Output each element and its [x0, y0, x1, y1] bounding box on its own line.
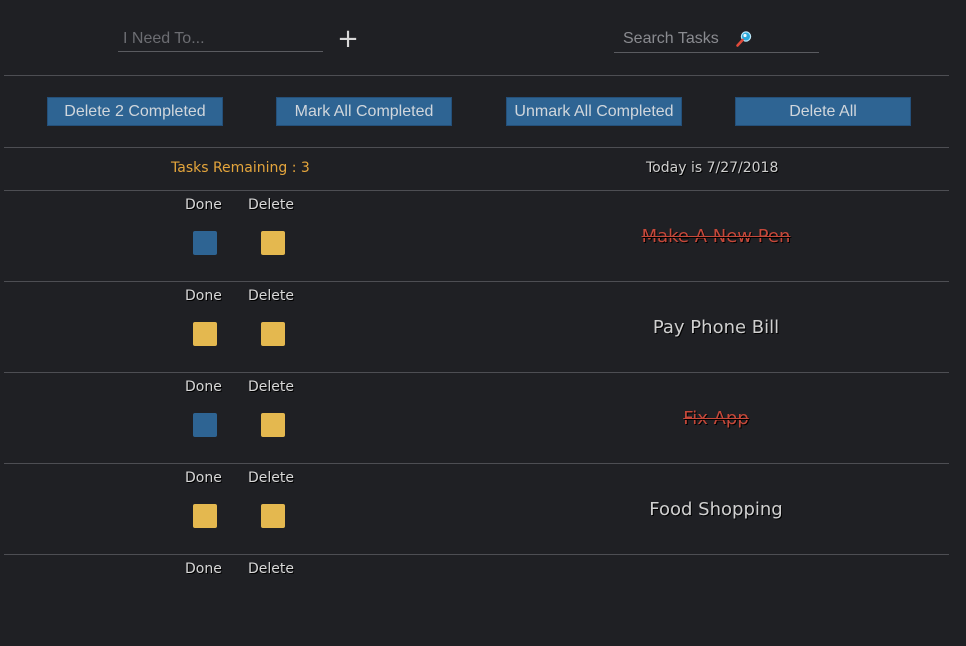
delete-completed-button[interactable]: Delete 2 Completed: [47, 97, 223, 126]
delete-label: Delete: [248, 288, 294, 304]
search-input[interactable]: [614, 26, 734, 52]
divider: [4, 147, 949, 148]
delete-label: Delete: [248, 379, 294, 395]
task-row: Done Delete Make A New Pen: [0, 191, 966, 282]
task-row: Done Delete Fix App: [0, 373, 966, 464]
top-bar: +: [0, 0, 966, 76]
divider: [4, 75, 949, 76]
search-icon[interactable]: [735, 30, 753, 48]
delete-label: Delete: [248, 197, 294, 213]
done-label: Done: [185, 197, 222, 213]
add-task-button[interactable]: +: [336, 26, 360, 52]
done-label: Done: [185, 470, 222, 486]
task-name: Food Shopping: [649, 499, 783, 520]
delete-label: Delete: [248, 561, 294, 577]
mark-all-completed-button[interactable]: Mark All Completed: [276, 97, 452, 126]
task-row: Done Delete Food Shopping: [0, 464, 966, 555]
done-label: Done: [185, 561, 222, 577]
delete-checkbox[interactable]: [261, 322, 285, 346]
done-checkbox[interactable]: [193, 231, 217, 255]
done-checkbox[interactable]: [193, 322, 217, 346]
delete-all-button[interactable]: Delete All: [735, 97, 911, 126]
done-label: Done: [185, 379, 222, 395]
done-checkbox[interactable]: [193, 413, 217, 437]
delete-label: Delete: [248, 470, 294, 486]
today-date: Today is 7/27/2018: [646, 160, 779, 176]
new-task-input[interactable]: [118, 26, 323, 52]
tasks-remaining: Tasks Remaining : 3: [171, 160, 310, 176]
search-box: [614, 26, 819, 53]
delete-checkbox[interactable]: [261, 413, 285, 437]
delete-checkbox[interactable]: [261, 504, 285, 528]
task-name: Make A New Pen: [641, 226, 791, 247]
task-row: Done Delete Pay Phone Bill: [0, 282, 966, 373]
done-label: Done: [185, 288, 222, 304]
done-checkbox[interactable]: [193, 504, 217, 528]
delete-checkbox[interactable]: [261, 231, 285, 255]
unmark-all-completed-button[interactable]: Unmark All Completed: [506, 97, 682, 126]
task-name: Pay Phone Bill: [652, 317, 780, 338]
task-name: Fix App: [683, 408, 749, 429]
